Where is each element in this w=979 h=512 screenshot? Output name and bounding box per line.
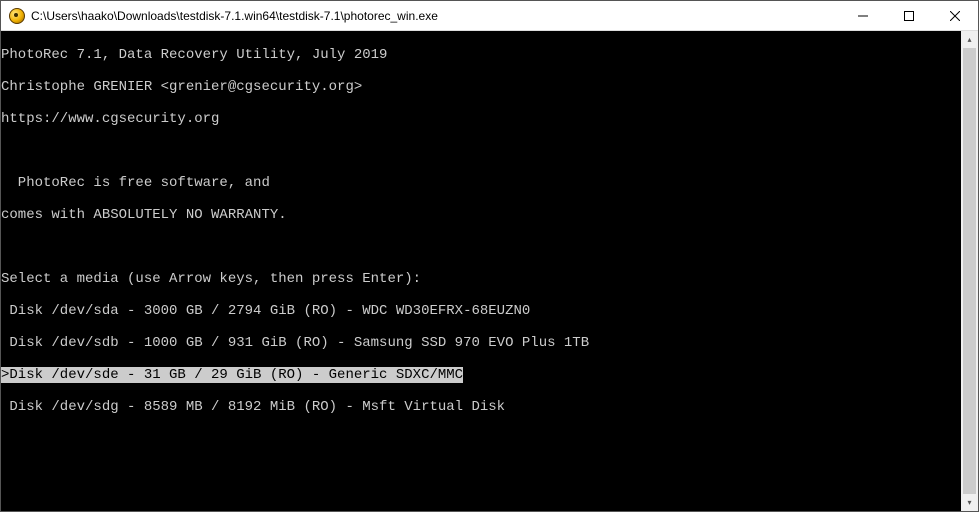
notice-line: PhotoRec is free software, and [1, 175, 961, 191]
close-button[interactable] [932, 1, 978, 30]
console-output[interactable]: PhotoRec 7.1, Data Recovery Utility, Jul… [1, 31, 961, 511]
select-prompt: Select a media (use Arrow keys, then pre… [1, 271, 961, 287]
header-line: Christophe GRENIER <grenier@cgsecurity.o… [1, 79, 961, 95]
blank-line [1, 239, 961, 255]
maximize-button[interactable] [886, 1, 932, 30]
app-icon [9, 8, 25, 24]
scrollbar-thumb[interactable] [963, 48, 976, 494]
blank-line [1, 495, 961, 511]
blank-line [1, 463, 961, 479]
disk-row[interactable]: Disk /dev/sdg - 8589 MB / 8192 MiB (RO) … [1, 399, 961, 415]
header-line: PhotoRec 7.1, Data Recovery Utility, Jul… [1, 47, 961, 63]
window-titlebar: C:\Users\haako\Downloads\testdisk-7.1.wi… [1, 1, 978, 31]
disk-row[interactable]: Disk /dev/sdb - 1000 GB / 931 GiB (RO) -… [1, 335, 961, 351]
disk-row-selected[interactable]: >Disk /dev/sde - 31 GB / 29 GiB (RO) - G… [1, 367, 961, 383]
window-title: C:\Users\haako\Downloads\testdisk-7.1.wi… [31, 9, 840, 23]
console-wrapper: PhotoRec 7.1, Data Recovery Utility, Jul… [1, 31, 978, 511]
vertical-scrollbar[interactable]: ▴ ▾ [961, 31, 978, 511]
disk-row[interactable]: Disk /dev/sda - 3000 GB / 2794 GiB (RO) … [1, 303, 961, 319]
scrollbar-track[interactable] [961, 48, 978, 494]
scroll-down-arrow-icon[interactable]: ▾ [961, 494, 978, 511]
notice-line: comes with ABSOLUTELY NO WARRANTY. [1, 207, 961, 223]
window-controls [840, 1, 978, 30]
scroll-up-arrow-icon[interactable]: ▴ [961, 31, 978, 48]
blank-line [1, 143, 961, 159]
minimize-button[interactable] [840, 1, 886, 30]
header-line: https://www.cgsecurity.org [1, 111, 961, 127]
blank-line [1, 431, 961, 447]
